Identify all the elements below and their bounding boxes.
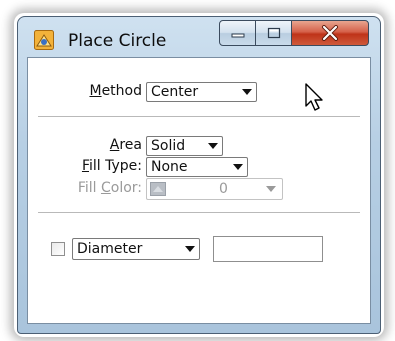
place-circle-dialog: Place Circle Method Center Area Solid Fi…: [17, 16, 381, 334]
fill-type-dropdown-value: None: [151, 159, 188, 175]
fill-type-dropdown[interactable]: None: [146, 157, 248, 177]
place-circle-app-icon: [34, 30, 54, 50]
maximize-button[interactable]: [255, 20, 292, 46]
method-dropdown[interactable]: Center: [146, 82, 257, 102]
method-dropdown-value: Center: [151, 84, 199, 100]
area-dropdown[interactable]: Solid: [146, 136, 223, 156]
diameter-mode-dropdown[interactable]: Diameter: [72, 238, 200, 260]
maximize-icon: [267, 27, 280, 39]
chevron-down-icon: [208, 143, 218, 149]
chevron-down-icon: [266, 186, 276, 192]
diameter-mode-value: Diameter: [77, 241, 143, 257]
mouse-cursor-icon: [305, 83, 323, 111]
title-bar[interactable]: Place Circle: [18, 17, 380, 57]
color-swatch-icon: [150, 182, 166, 201]
close-icon: [322, 25, 338, 41]
close-button[interactable]: [291, 20, 369, 46]
method-label: Method: [89, 83, 142, 99]
fill-color-dropdown[interactable]: 0: [146, 178, 283, 200]
chevron-down-icon: [233, 164, 243, 170]
fill-type-label: Fill Type:: [81, 158, 142, 174]
fill-color-value: 0: [219, 181, 228, 197]
divider: [38, 212, 360, 213]
area-label: Area: [109, 137, 142, 153]
chevron-down-icon: [185, 246, 195, 252]
area-dropdown-value: Solid: [151, 138, 186, 154]
minimize-button[interactable]: [219, 20, 256, 46]
diameter-value-input[interactable]: [213, 236, 323, 262]
fill-color-label: Fill Color:: [77, 180, 142, 196]
window-title: Place Circle: [68, 31, 167, 51]
diameter-checkbox[interactable]: [51, 242, 65, 256]
chevron-down-icon: [242, 89, 252, 95]
divider: [38, 116, 360, 117]
minimize-icon: [231, 33, 244, 38]
